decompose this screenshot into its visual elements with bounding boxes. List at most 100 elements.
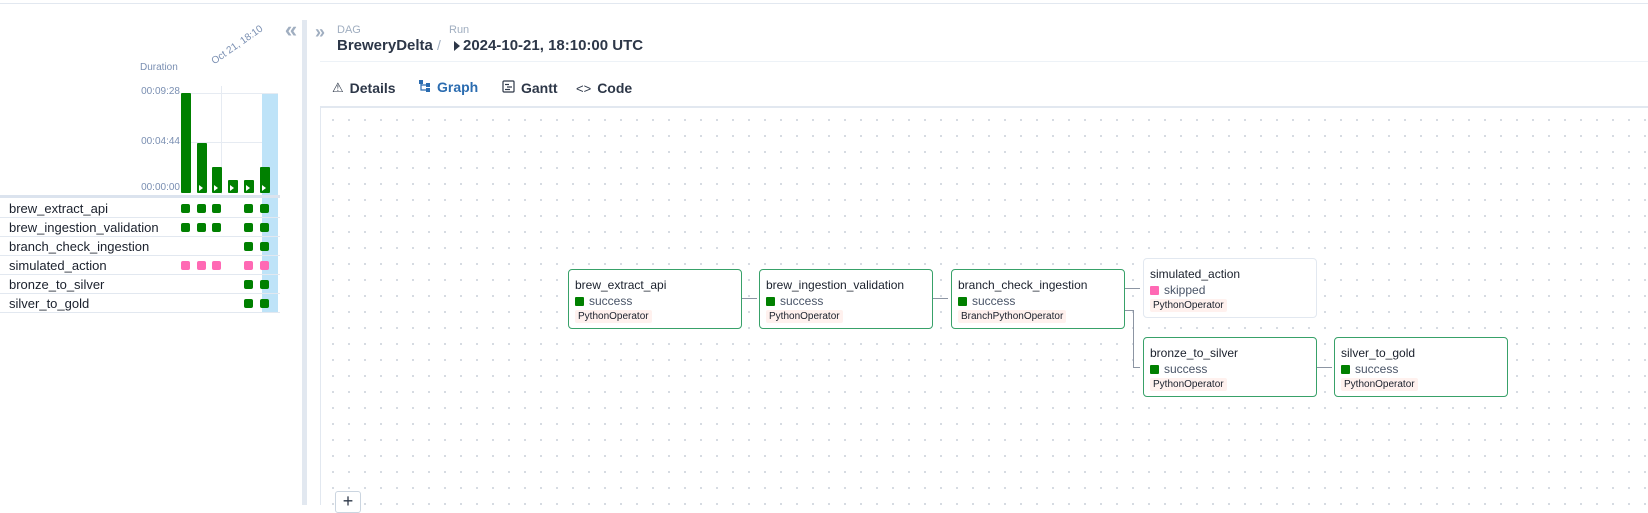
task-instance-success[interactable] <box>260 242 269 251</box>
task-row[interactable]: branch_check_ingestion <box>0 237 280 256</box>
node-state: success <box>766 294 823 308</box>
play-icon <box>246 185 250 191</box>
graph-canvas[interactable]: brew_extract_api success PythonOperator … <box>320 108 1648 505</box>
status-square <box>1341 364 1350 374</box>
task-instance-skipped[interactable] <box>260 261 269 270</box>
graph-icon <box>418 79 431 95</box>
breadcrumb-divider <box>320 61 1648 62</box>
task-name: brew_ingestion_validation <box>9 220 159 235</box>
edge <box>1125 310 1133 311</box>
status-square <box>766 296 775 306</box>
run-duration-bar[interactable] <box>212 167 222 193</box>
task-name: simulated_action <box>9 258 107 273</box>
run-duration-bar[interactable] <box>228 180 238 193</box>
run-duration-bar[interactable] <box>244 180 254 193</box>
operator-badge: PythonOperator <box>1341 378 1418 391</box>
expand-panel-icon[interactable]: » <box>315 22 325 43</box>
status-square <box>1150 364 1159 374</box>
gantt-icon <box>502 80 515 96</box>
task-instance-success[interactable] <box>244 223 253 232</box>
node-state: skipped <box>1150 283 1205 297</box>
tab-gantt[interactable]: Gantt <box>490 68 570 108</box>
tab-details[interactable]: ⚠ Details <box>320 68 408 108</box>
node-state-label: success <box>972 294 1016 308</box>
play-icon <box>230 185 234 191</box>
tab-graph[interactable]: Graph <box>406 68 488 108</box>
operator-badge: PythonOperator <box>766 310 843 323</box>
tab-label: Gantt <box>521 80 558 96</box>
task-instance-success[interactable] <box>260 204 269 213</box>
tab-label: Code <box>597 80 633 96</box>
task-instance-success[interactable] <box>244 299 253 308</box>
task-instance-success[interactable] <box>197 223 206 232</box>
task-instance-success[interactable] <box>181 204 190 213</box>
task-row[interactable]: simulated_action <box>0 256 280 275</box>
node-state-label: success <box>589 294 633 308</box>
node-state-label: success <box>1355 362 1399 376</box>
run-id-link[interactable]: 2024-10-21, 18:10:00 UTC <box>463 37 643 54</box>
operator-badge: BranchPythonOperator <box>958 310 1067 323</box>
task-instance-success[interactable] <box>260 299 269 308</box>
task-row[interactable]: brew_ingestion_validation <box>0 218 280 237</box>
task-node-bronze-to-silver[interactable]: bronze_to_silver success PythonOperator <box>1143 337 1317 397</box>
node-state-label: skipped <box>1164 283 1206 297</box>
task-row[interactable]: silver_to_gold <box>0 294 280 313</box>
node-state: success <box>575 294 632 308</box>
task-name: silver_to_gold <box>9 296 90 311</box>
tab-bar: ⚠ Details Graph Gantt <> Code <box>320 68 1648 108</box>
status-square <box>1150 285 1159 295</box>
duration-tick: 00:04:44 <box>141 136 180 147</box>
status-square <box>958 296 967 306</box>
task-row[interactable]: bronze_to_silver <box>0 275 280 294</box>
task-instance-success[interactable] <box>244 242 253 251</box>
task-instance-success[interactable] <box>212 204 221 213</box>
task-instance-success[interactable] <box>244 280 253 289</box>
run-duration-bar[interactable] <box>197 143 207 193</box>
duration-label: Duration <box>140 62 178 73</box>
task-node-silver-to-gold[interactable]: silver_to_gold success PythonOperator <box>1334 337 1508 397</box>
zoom-in-button[interactable]: + <box>335 491 361 513</box>
task-instance-success[interactable] <box>212 223 221 232</box>
task-node-branch-check-ingestion[interactable]: branch_check_ingestion success BranchPyt… <box>951 269 1125 329</box>
task-instance-skipped[interactable] <box>181 261 190 270</box>
play-icon <box>262 185 266 191</box>
node-state-label: success <box>1164 362 1208 376</box>
task-instance-success[interactable] <box>260 280 269 289</box>
node-state: success <box>1341 362 1398 376</box>
duration-tick: 00:09:28 <box>141 86 180 97</box>
task-node-simulated-action[interactable]: simulated_action skipped PythonOperator <box>1143 258 1317 318</box>
task-instance-success[interactable] <box>260 223 269 232</box>
tab-code[interactable]: <> Code <box>564 68 644 108</box>
node-title: silver_to_gold <box>1341 346 1416 360</box>
node-state-label: success <box>780 294 824 308</box>
node-title: simulated_action <box>1150 267 1241 281</box>
task-node-brew-ingestion-validation[interactable]: brew_ingestion_validation success Python… <box>759 269 933 329</box>
tab-label: Details <box>349 80 396 96</box>
grid-axis-separator <box>0 195 280 198</box>
node-title: bronze_to_silver <box>1150 346 1239 360</box>
edge <box>742 298 757 299</box>
play-icon <box>454 41 460 51</box>
node-title: branch_check_ingestion <box>958 278 1088 292</box>
operator-badge: PythonOperator <box>1150 378 1227 391</box>
task-instance-success[interactable] <box>181 223 190 232</box>
task-row[interactable]: brew_extract_api <box>0 199 280 218</box>
task-instance-success[interactable] <box>244 204 253 213</box>
node-state: success <box>958 294 1015 308</box>
edge <box>1317 367 1332 368</box>
edge <box>1133 310 1134 367</box>
grid-panel: « Duration Oct 21, 18:10 00:09:28 00:04:… <box>0 0 300 505</box>
task-instance-skipped[interactable] <box>212 261 221 270</box>
task-instance-skipped[interactable] <box>244 261 253 270</box>
run-duration-bar[interactable] <box>181 93 191 193</box>
panel-resize-handle[interactable] <box>302 20 307 505</box>
run-label: Run <box>449 24 470 36</box>
task-instance-success[interactable] <box>197 204 206 213</box>
run-duration-bar[interactable] <box>260 167 270 193</box>
dag-name-link[interactable]: BreweryDelta <box>337 37 433 54</box>
collapse-grid-icon[interactable]: « <box>283 19 299 42</box>
edge <box>933 298 948 299</box>
task-instance-skipped[interactable] <box>197 261 206 270</box>
task-node-brew-extract-api[interactable]: brew_extract_api success PythonOperator <box>568 269 742 329</box>
node-title: brew_ingestion_validation <box>766 278 905 292</box>
